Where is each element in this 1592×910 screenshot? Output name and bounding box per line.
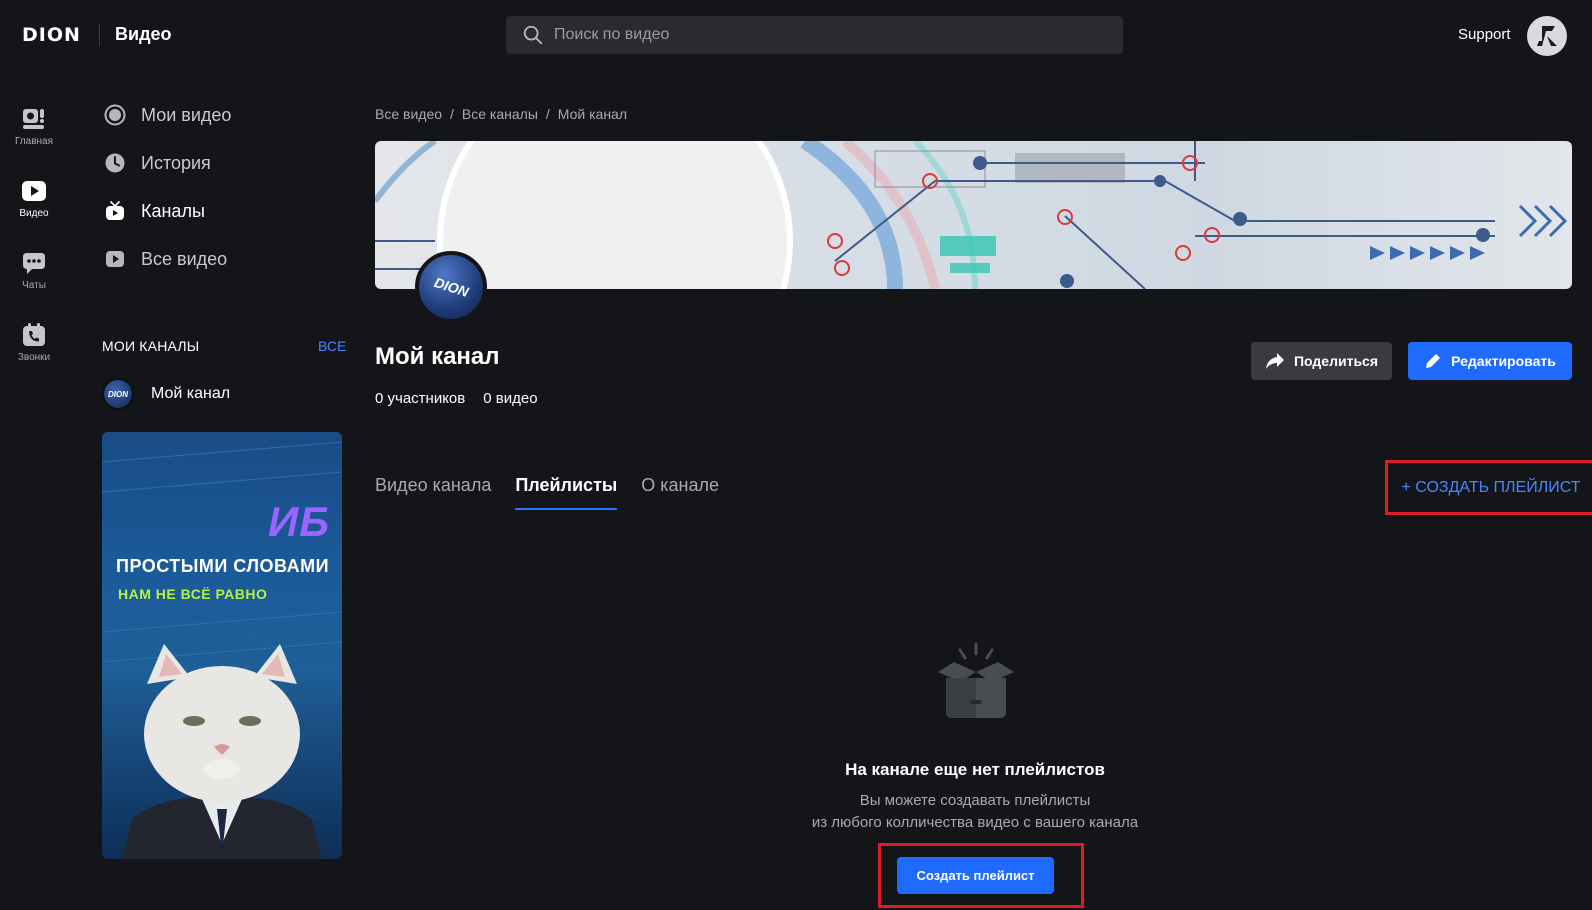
breadcrumb-separator: / (450, 106, 454, 122)
rail-label-video: Видео (19, 208, 49, 219)
create-playlist-link-highlight: + СОЗДАТЬ ПЛЕЙЛИСТ (1385, 460, 1592, 515)
promo-headline: ИБ (268, 498, 330, 545)
promo-line-2: НАМ НЕ ВСЁ РАВНО (118, 586, 268, 602)
empty-box-icon (938, 642, 1014, 718)
nav-label-channels: Каналы (141, 200, 205, 221)
calls-icon (23, 323, 45, 346)
promo-banner[interactable]: ИБ ПРОСТЫМИ СЛОВАМИ НАМ НЕ ВСЁ РАВНО (102, 432, 342, 859)
empty-state-subtitle-line-1: Вы можете создавать плейлисты (859, 792, 1091, 809)
dion-logo[interactable]: DION (22, 22, 81, 48)
channel-videos-count: 0 видео (483, 390, 538, 407)
my-channel-list-item[interactable]: DION Мой канал (102, 378, 230, 410)
my-channels-heading: МОИ КАНАЛЫ (102, 338, 200, 354)
empty-state-subtitle-line-2: из любого колличества видео с вашего кан… (811, 814, 1139, 831)
channel-banner (375, 141, 1572, 289)
rail-label-chats: Чаты (22, 280, 46, 291)
channel-members-count: 0 участников (375, 390, 466, 407)
search-bar[interactable] (506, 16, 1123, 54)
search-icon (523, 25, 543, 45)
user-avatar-logo-icon (1537, 26, 1557, 46)
promo-line-1: ПРОСТЫМИ СЛОВАМИ (116, 556, 330, 576)
breadcrumb-separator: / (545, 106, 550, 122)
video-icon (22, 181, 46, 201)
tab-channel-videos[interactable]: Видео канала (375, 475, 491, 510)
channel-avatar-text: DION (431, 273, 471, 301)
empty-state-title: На канале еще нет плейлистов (845, 760, 1105, 779)
user-avatar[interactable] (1527, 16, 1567, 56)
pencil-icon (1426, 354, 1441, 368)
logo-text: DION (22, 24, 81, 46)
cat-in-suit-illustration (122, 644, 322, 859)
top-bar: DION Видео Support (0, 0, 1592, 70)
channel-tabs: Видео канала Плейлисты О канале (375, 475, 719, 510)
breadcrumb-all-channels[interactable]: Все каналы (462, 106, 538, 122)
home-icon (23, 109, 44, 129)
chat-icon (23, 253, 45, 274)
breadcrumb-all-videos[interactable]: Все видео (375, 106, 442, 122)
my-channels-all-link[interactable]: ВСЕ (318, 338, 346, 354)
clock-icon (105, 153, 125, 173)
channel-title: Мой канал (375, 343, 500, 370)
nav-label-history: История (141, 152, 211, 173)
support-link[interactable]: Support (1458, 26, 1511, 43)
logo-divider (99, 24, 100, 46)
edit-button[interactable]: Редактировать (1408, 342, 1572, 380)
rail-label-home: Главная (14, 136, 54, 147)
tab-about[interactable]: О канале (641, 475, 719, 510)
share-button[interactable]: Поделиться (1251, 342, 1392, 380)
share-arrow-icon (1265, 353, 1284, 369)
record-icon (104, 104, 126, 126)
create-playlist-link[interactable]: + СОЗДАТЬ ПЛЕЙЛИСТ (1401, 479, 1580, 497)
tv-icon (106, 201, 124, 220)
rail-item-video[interactable]: Видео (8, 178, 60, 219)
tab-playlists[interactable]: Плейлисты (515, 475, 617, 510)
breadcrumb-current: Мой канал (557, 106, 628, 122)
nav-item-history[interactable]: История (104, 150, 211, 176)
share-button-label: Поделиться (1293, 353, 1379, 369)
nav-item-my-videos[interactable]: Мои видео (104, 102, 231, 128)
banner-circuit-art (375, 141, 1568, 289)
rail-item-chats[interactable]: Чаты (8, 250, 60, 291)
app-title: Видео (115, 24, 172, 44)
rail-label-calls: Звонки (17, 352, 51, 363)
channel-mini-avatar: DION (102, 378, 134, 410)
channel-stats: 0 участников 0 видео (375, 390, 538, 407)
create-playlist-button[interactable]: Создать плейлист (897, 857, 1054, 894)
edit-button-label: Редактировать (1451, 353, 1556, 369)
nav-item-channels[interactable]: Каналы (104, 198, 205, 224)
rail-item-calls[interactable]: Звонки (8, 322, 60, 363)
nav-label-my-videos: Мои видео (141, 104, 232, 125)
breadcrumb: Все видео / Все каналы / Мой канал (375, 106, 627, 122)
play-icon (106, 251, 124, 267)
nav-item-all-videos[interactable]: Все видео (104, 246, 227, 272)
rail-item-home[interactable]: Главная (8, 106, 60, 147)
search-input[interactable] (554, 26, 1094, 44)
channel-avatar[interactable]: DION (415, 251, 487, 323)
nav-label-all-videos: Все видео (141, 248, 228, 269)
channel-mini-name: Мой канал (151, 385, 231, 402)
